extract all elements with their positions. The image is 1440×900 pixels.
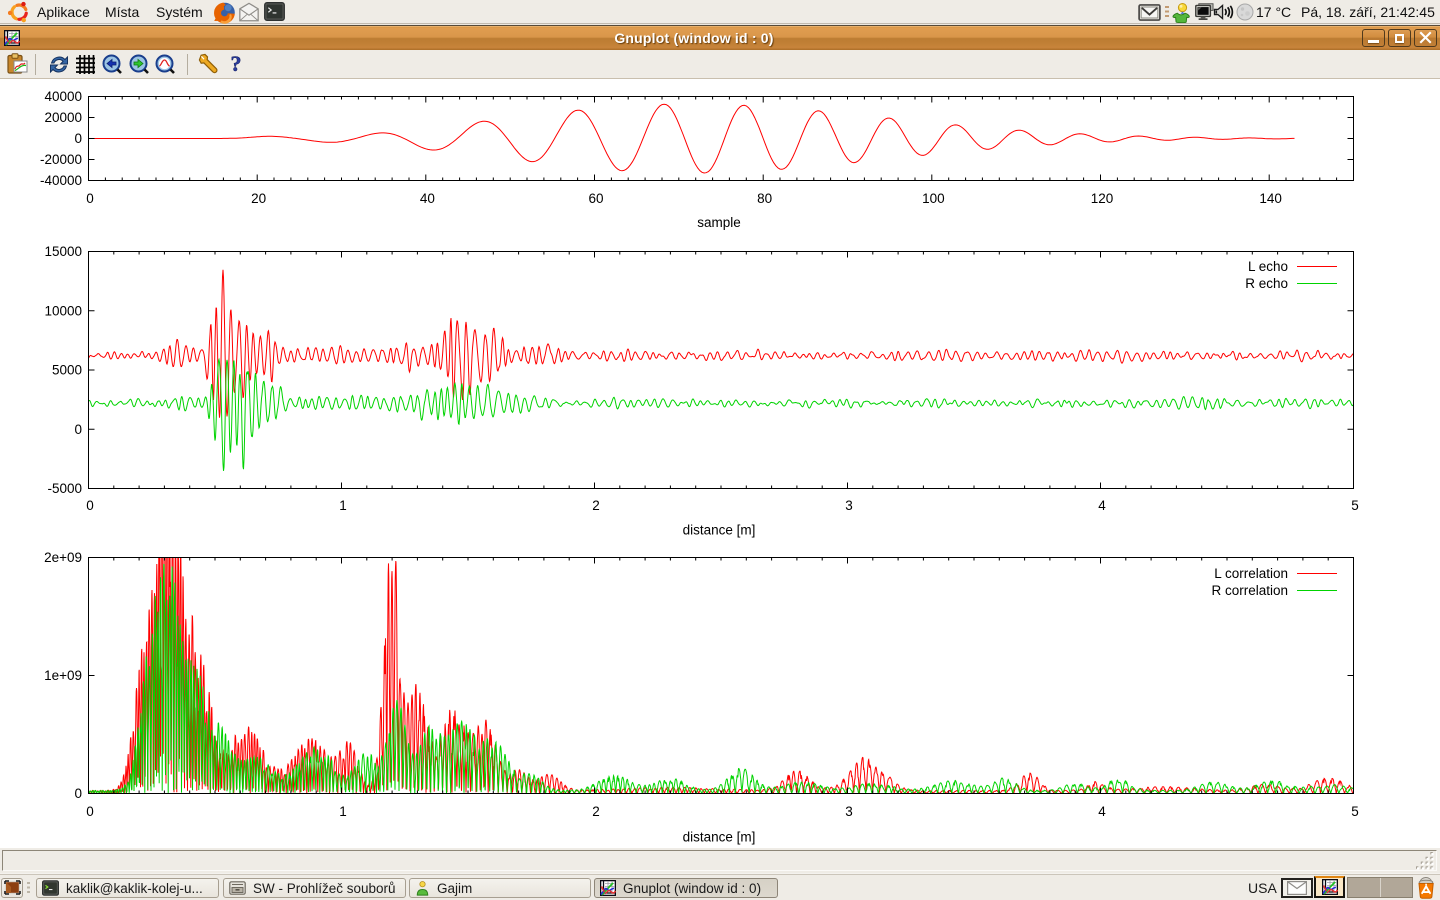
svg-text:0: 0 [86,191,94,206]
svg-text:2e+09: 2e+09 [44,550,82,565]
svg-text:1e+09: 1e+09 [44,668,82,683]
svg-text:40: 40 [420,191,435,206]
svg-text:0: 0 [86,804,94,819]
svg-text:4: 4 [1098,498,1106,513]
svg-text:0: 0 [74,131,82,146]
svg-text:15000: 15000 [44,244,82,259]
svg-text:60: 60 [588,191,603,206]
svg-text:distance [m]: distance [m] [683,830,756,845]
svg-text:0: 0 [86,498,94,513]
svg-text:sample: sample [697,215,741,230]
svg-text:1: 1 [339,498,347,513]
svg-text:5000: 5000 [52,363,82,378]
svg-text:2: 2 [592,804,600,819]
svg-text:10000: 10000 [44,303,82,318]
svg-text:-20000: -20000 [40,152,82,167]
svg-text:1: 1 [339,804,347,819]
svg-text:L correlation: L correlation [1214,566,1288,581]
svg-text:140: 140 [1259,191,1282,206]
svg-text:0: 0 [74,786,82,801]
svg-text:R echo: R echo [1245,276,1288,291]
svg-text:L echo: L echo [1248,259,1288,274]
svg-text:0: 0 [74,422,82,437]
svg-text:3: 3 [845,498,853,513]
svg-text:80: 80 [757,191,772,206]
svg-text:4: 4 [1098,804,1106,819]
svg-text:20: 20 [251,191,266,206]
svg-text:distance [m]: distance [m] [683,523,756,538]
svg-text:120: 120 [1091,191,1114,206]
svg-text:5: 5 [1351,804,1359,819]
svg-text:100: 100 [922,191,945,206]
svg-text:2: 2 [592,498,600,513]
svg-text:40000: 40000 [44,89,82,104]
svg-text:-40000: -40000 [40,173,82,188]
svg-text:3: 3 [845,804,853,819]
svg-text:R correlation: R correlation [1211,583,1288,598]
svg-text:-5000: -5000 [47,481,82,496]
svg-text:5: 5 [1351,498,1359,513]
svg-text:20000: 20000 [44,110,82,125]
